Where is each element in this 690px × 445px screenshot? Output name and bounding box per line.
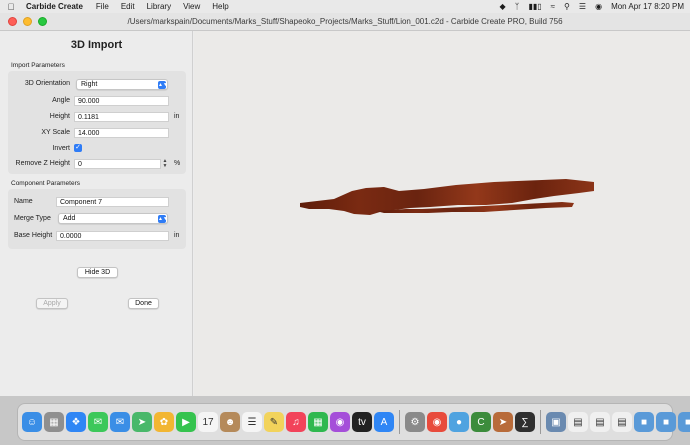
component-name-input[interactable]: Component 7 bbox=[56, 197, 169, 207]
invert-checkbox[interactable]: ✓ bbox=[74, 144, 82, 152]
messages-icon[interactable]: ✉ bbox=[88, 412, 108, 432]
hide-3d-button[interactable]: Hide 3D bbox=[77, 267, 118, 278]
folder-icon[interactable]: ■ bbox=[656, 412, 676, 432]
safari-icon[interactable]: ❖ bbox=[66, 412, 86, 432]
siri-icon[interactable]: ◉ bbox=[595, 2, 602, 11]
3d-model-view bbox=[300, 179, 594, 215]
close-window-button[interactable] bbox=[8, 17, 17, 26]
base-height-label: Base Height bbox=[14, 232, 53, 239]
orientation-select[interactable]: Right ▲▼ bbox=[76, 79, 168, 90]
xy-scale-label: XY Scale bbox=[41, 129, 70, 136]
bluetooth-icon[interactable]: ᛉ bbox=[515, 2, 520, 11]
carbide-copper-icon[interactable]: ➤ bbox=[493, 412, 513, 432]
merge-type-value: Add bbox=[63, 215, 76, 222]
chevron-updown-icon: ▲▼ bbox=[158, 81, 168, 89]
facetime-icon[interactable]: ▶ bbox=[176, 412, 196, 432]
component-parameters-label: Component Parameters bbox=[11, 180, 81, 187]
component-parameters-group: Name Component 7 Merge Type Add ▲▼ Base … bbox=[8, 189, 186, 249]
height-label: Height bbox=[49, 113, 70, 120]
reminders-icon[interactable]: ☰ bbox=[242, 412, 262, 432]
app-store-icon[interactable]: A bbox=[374, 412, 394, 432]
menu-edit[interactable]: Edit bbox=[121, 2, 135, 11]
import-panel: 3D Import Import Parameters 3D Orientati… bbox=[0, 31, 193, 396]
calculator-icon[interactable]: ∑ bbox=[515, 412, 535, 432]
lion-relief-model bbox=[300, 179, 594, 215]
menu-file[interactable]: File bbox=[96, 2, 109, 11]
folder-icon[interactable]: ■ bbox=[634, 412, 654, 432]
dock: ☺▦❖✉✉➤✿▶17☻☰✎♫▦◉tvA⚙◉●C➤∑▣▤▤▤■■■♻ bbox=[17, 403, 690, 441]
merge-type-label: Merge Type bbox=[14, 215, 51, 222]
calendar-icon[interactable]: 17 bbox=[198, 412, 218, 432]
document-icon[interactable]: ▤ bbox=[612, 412, 632, 432]
menu-library[interactable]: Library bbox=[147, 2, 171, 11]
maps-icon[interactable]: ➤ bbox=[132, 412, 152, 432]
remove-z-input[interactable]: 0 bbox=[74, 159, 161, 169]
menu-view[interactable]: View bbox=[183, 2, 200, 11]
window-title: /Users/markspain/Documents/Marks_Stuff/S… bbox=[127, 17, 563, 26]
dock-separator bbox=[540, 410, 541, 434]
import-parameters-group: 3D Orientation Right ▲▼ Angle 90.000 Hei… bbox=[8, 71, 186, 174]
orientation-label: 3D Orientation bbox=[24, 80, 70, 87]
document-icon[interactable]: ▤ bbox=[590, 412, 610, 432]
wifi-icon[interactable]: ≈ bbox=[551, 2, 555, 11]
remove-z-stepper[interactable]: ▲ ▼ bbox=[162, 159, 168, 169]
apple-icon[interactable]:  bbox=[6, 2, 16, 12]
base-height-unit: in bbox=[174, 232, 180, 239]
merge-type-select[interactable]: Add ▲▼ bbox=[58, 213, 168, 224]
launchpad-icon[interactable]: ▦ bbox=[44, 412, 64, 432]
dock-separator bbox=[399, 410, 400, 434]
photos-icon[interactable]: ✿ bbox=[154, 412, 174, 432]
height-unit: in bbox=[174, 113, 180, 120]
mail-icon[interactable]: ✉ bbox=[110, 412, 130, 432]
control-center-icon[interactable]: ☰ bbox=[579, 2, 586, 11]
checkmark-icon: ✓ bbox=[75, 144, 81, 151]
3d-viewport[interactable] bbox=[194, 31, 690, 396]
podcasts-icon[interactable]: ◉ bbox=[330, 412, 350, 432]
done-button[interactable]: Done bbox=[128, 298, 159, 309]
menubar-clock[interactable]: Mon Apr 17 8:20 PM bbox=[611, 2, 684, 11]
remove-z-unit: % bbox=[174, 160, 181, 167]
music-icon[interactable]: ♫ bbox=[286, 412, 306, 432]
height-input[interactable]: 0.1181 bbox=[74, 112, 169, 122]
menu-app-name[interactable]: Carbide Create bbox=[26, 2, 83, 11]
invert-label: Invert bbox=[52, 145, 70, 152]
base-height-input[interactable]: 0.0000 bbox=[56, 231, 169, 241]
minimize-window-button[interactable] bbox=[23, 17, 32, 26]
component-name-label: Name bbox=[14, 198, 33, 205]
finder-icon[interactable]: ☺ bbox=[22, 412, 42, 432]
remove-z-label: Remove Z Height bbox=[15, 160, 70, 167]
angle-label: Angle bbox=[52, 97, 70, 104]
orientation-value: Right bbox=[81, 81, 98, 88]
apply-button[interactable]: Apply bbox=[36, 298, 68, 309]
stepper-down-icon[interactable]: ▼ bbox=[163, 163, 168, 169]
menu-help[interactable]: Help bbox=[212, 2, 228, 11]
window-controls bbox=[8, 17, 47, 26]
import-parameters-label: Import Parameters bbox=[11, 62, 65, 69]
preview-icon[interactable]: ▣ bbox=[546, 412, 566, 432]
xy-scale-input[interactable]: 14.000 bbox=[74, 128, 169, 138]
notes-icon[interactable]: ✎ bbox=[264, 412, 284, 432]
dropbox-icon[interactable]: ◆ bbox=[499, 2, 505, 11]
document-icon[interactable]: ▤ bbox=[568, 412, 588, 432]
numbers-icon[interactable]: ▦ bbox=[308, 412, 328, 432]
carbide-create-icon[interactable]: C bbox=[471, 412, 491, 432]
battery-icon[interactable]: ▮▮▯ bbox=[528, 2, 541, 11]
contacts-icon[interactable]: ☻ bbox=[220, 412, 240, 432]
folder-icon[interactable]: ■ bbox=[678, 412, 690, 432]
system-settings-icon[interactable]: ⚙ bbox=[405, 412, 425, 432]
panel-title: 3D Import bbox=[70, 39, 123, 51]
tv-icon[interactable]: tv bbox=[352, 412, 372, 432]
finder-blue-icon[interactable]: ● bbox=[449, 412, 469, 432]
chevron-updown-icon: ▲▼ bbox=[158, 215, 168, 223]
angle-input[interactable]: 90.000 bbox=[74, 96, 169, 106]
search-icon[interactable]: ⚲ bbox=[564, 2, 570, 11]
chrome-icon[interactable]: ◉ bbox=[427, 412, 447, 432]
window-titlebar: /Users/markspain/Documents/Marks_Stuff/S… bbox=[0, 13, 690, 31]
maximize-window-button[interactable] bbox=[38, 17, 47, 26]
menu-bar:  Carbide Create File Edit Library View … bbox=[0, 0, 690, 13]
